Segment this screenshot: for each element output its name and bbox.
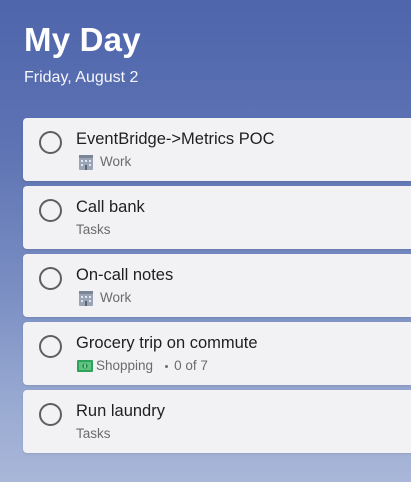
task-title: Grocery trip on commute — [76, 334, 258, 352]
task-item[interactable]: Grocery trip on commute Shopping 0 of 7 — [23, 322, 411, 385]
list-name: Tasks — [76, 222, 111, 237]
task-item[interactable]: On-call notes Work — [23, 254, 411, 317]
step-count: 0 of 7 — [174, 358, 208, 373]
list-name: Work — [100, 154, 132, 169]
task-item[interactable]: EventBridge->Metrics POC Work — [23, 118, 411, 181]
list-name: Tasks — [76, 426, 111, 441]
page-date: Friday, August 2 — [24, 69, 139, 86]
office-building-icon — [79, 155, 93, 170]
separator-dot — [165, 364, 169, 368]
task-meta: Tasks — [76, 221, 111, 239]
page-header: My Day Friday, August 2 — [24, 20, 141, 88]
office-building-icon — [79, 291, 93, 306]
task-title: EventBridge->Metrics POC — [76, 130, 275, 148]
task-meta: Tasks — [76, 425, 111, 443]
complete-checkbox[interactable] — [39, 335, 62, 358]
task-item[interactable]: Call bank Tasks — [23, 186, 411, 249]
task-title: On-call notes — [76, 266, 174, 284]
task-meta: Work — [76, 289, 131, 307]
complete-checkbox[interactable] — [39, 131, 62, 154]
task-meta: Work — [76, 153, 131, 171]
task-list: EventBridge->Metrics POC Work Call bank … — [23, 118, 411, 458]
complete-checkbox[interactable] — [39, 199, 62, 222]
list-name: Shopping — [96, 358, 154, 373]
complete-checkbox[interactable] — [39, 267, 62, 290]
complete-checkbox[interactable] — [39, 403, 62, 426]
task-meta: Shopping 0 of 7 — [76, 357, 208, 375]
task-title: Run laundry — [76, 402, 165, 420]
dollar-banknote-icon — [77, 360, 93, 372]
page-title: My Day — [24, 21, 141, 58]
list-name: Work — [100, 290, 132, 305]
task-item[interactable]: Run laundry Tasks — [23, 390, 411, 453]
task-title: Call bank — [76, 198, 145, 216]
